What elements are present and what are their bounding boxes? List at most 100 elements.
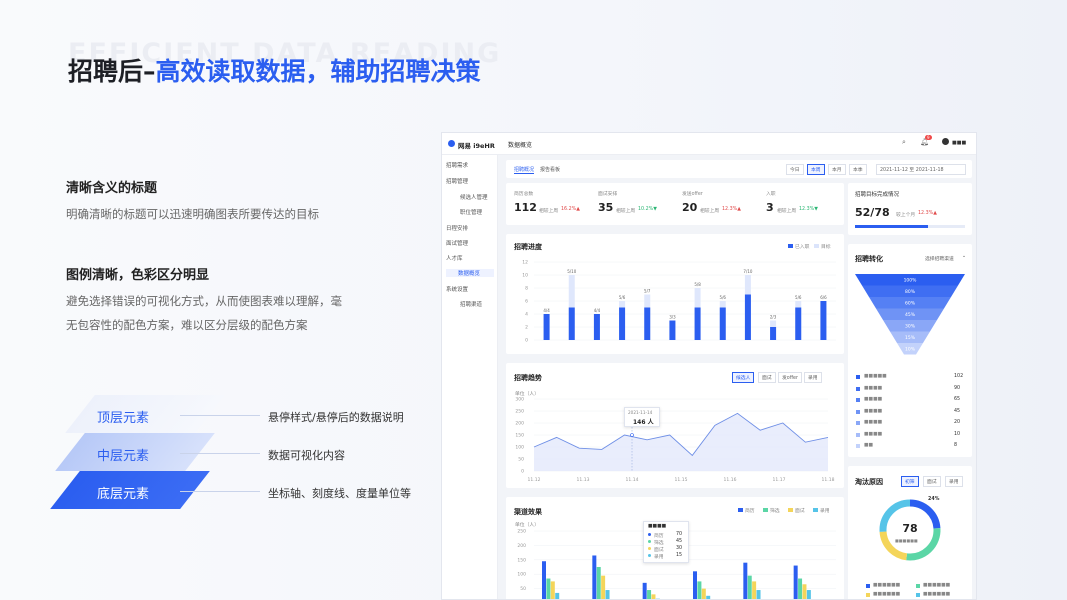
y-tick-label: 150 bbox=[515, 433, 524, 439]
eliminate-tab-hire[interactable]: 录用 bbox=[945, 476, 963, 487]
donut-segment bbox=[879, 531, 908, 561]
page-title: 招聘后–高效读取数据，辅助招聘决策 bbox=[68, 52, 481, 88]
y-tick-label: 300 bbox=[515, 397, 524, 403]
sidebar-item-demand[interactable]: 招聘需求 bbox=[446, 161, 468, 169]
connector-line bbox=[180, 453, 260, 454]
brand-name: 网易 i9eHR bbox=[458, 142, 495, 150]
y-tick-label: 0 bbox=[525, 338, 528, 344]
brand-logo-icon bbox=[448, 140, 455, 147]
channel-bar bbox=[642, 582, 647, 599]
channel-bar bbox=[793, 565, 798, 599]
y-tick-label: 10 bbox=[522, 273, 528, 279]
done-bar bbox=[719, 307, 726, 340]
channel-bar bbox=[601, 575, 606, 599]
x-tick-label: 11.18 bbox=[822, 477, 835, 483]
funnel-level-label: 15% bbox=[905, 335, 916, 341]
sidebar-item-interview[interactable]: 面试管理 bbox=[446, 239, 468, 247]
tooltip-row-label: 筛选 bbox=[654, 541, 664, 546]
sidebar-item-candidates[interactable]: 候选人管理 bbox=[460, 193, 488, 201]
funnel-list-value: 20 bbox=[954, 420, 961, 425]
y-tick-label: 12 bbox=[522, 260, 528, 266]
x-tick-label: 11.17 bbox=[773, 477, 786, 483]
tooltip-dot bbox=[648, 554, 651, 557]
donut-center-label: ■■■■■■ bbox=[895, 538, 918, 543]
search-icon[interactable]: ⌕ bbox=[902, 138, 906, 147]
range-quarter-button[interactable]: 本季 bbox=[849, 164, 867, 175]
y-tick-label: 100 bbox=[517, 572, 526, 578]
funnel-level-label: 100% bbox=[904, 278, 918, 284]
range-week-button[interactable]: 本周 bbox=[807, 164, 825, 175]
user-name[interactable]: ■■■ bbox=[952, 140, 966, 146]
target-title: 招聘目标完成情况 bbox=[855, 192, 900, 198]
stat-pct: 16.2%▲ bbox=[561, 207, 580, 212]
target-value: 52/78 bbox=[855, 206, 890, 219]
funnel-title: 招聘转化 bbox=[855, 255, 883, 263]
done-bar bbox=[644, 307, 651, 340]
x-tick-label: 11.13 bbox=[577, 477, 590, 483]
avatar[interactable] bbox=[942, 138, 949, 145]
recruit-trend-card: 招聘趋势 候选人 面试 发offer 录用 单位（人） 0 50 100 150 200… bbox=[506, 363, 844, 488]
y-tick-label: 150 bbox=[517, 557, 526, 563]
bar-data-label: 5/6 bbox=[795, 295, 802, 300]
funnel-channel-select[interactable]: 选择招聘渠道 bbox=[925, 255, 954, 262]
date-range-picker[interactable]: 2021-11-12 至 2021-11-18 bbox=[876, 164, 966, 175]
tab-overview[interactable]: 招聘概况 bbox=[514, 166, 535, 174]
section-body: 明确清晰的标题可以迅速明确图表所要传达的目标 bbox=[66, 207, 319, 221]
channel-bar bbox=[752, 581, 757, 599]
channel-bar bbox=[743, 562, 748, 599]
layer-middle-desc: 数据可视化内容 bbox=[268, 449, 345, 462]
bar-data-label: 5/6 bbox=[720, 295, 727, 300]
sidebar-item-data-overview[interactable]: 数据概览 bbox=[446, 269, 494, 277]
bar-data-label: 7/10 bbox=[743, 269, 752, 274]
funnel-list-swatch bbox=[856, 432, 860, 437]
donut-legend-label: ■■■■■■ bbox=[923, 583, 951, 588]
funnel-chart: 100% 80% 60% 45% 30% 15% 10% bbox=[855, 274, 965, 355]
layer-bottom-label: 底层元素 bbox=[96, 487, 149, 502]
funnel-list-value: 8 bbox=[954, 443, 958, 448]
tooltip-row-value: 45 bbox=[676, 539, 683, 544]
eliminate-tab-interview[interactable]: 面试 bbox=[923, 476, 941, 487]
tab-report[interactable]: 报告看板 bbox=[540, 166, 560, 173]
channel-bar bbox=[555, 592, 560, 599]
stat-label: 发送offer bbox=[682, 192, 703, 197]
sidebar-item-recruit-manage[interactable]: 招聘管理 bbox=[446, 177, 468, 185]
channel-bar bbox=[605, 590, 610, 599]
sidebar-item-settings[interactable]: 系统设置 bbox=[446, 285, 468, 293]
tooltip-date: 2021-11-14 bbox=[628, 410, 653, 415]
done-bar bbox=[744, 294, 751, 340]
donut-legend-swatch bbox=[916, 584, 920, 588]
eliminate-reason-card: 淘汰原因 初筛 面试 录用 78 ■■■■■■ 24% ■■■■■■ ■■■■■■… bbox=[848, 466, 972, 599]
donut-legend-swatch bbox=[866, 593, 870, 597]
channel-bar bbox=[546, 578, 551, 599]
funnel-list-value: 102 bbox=[954, 374, 964, 379]
y-tick-label: 50 bbox=[520, 586, 526, 592]
channel-bar bbox=[697, 581, 702, 599]
tooltip-row-label: 面试 bbox=[654, 548, 664, 553]
eliminate-tab-screen[interactable]: 初筛 bbox=[901, 476, 919, 487]
stat-pct: 12.3%▼ bbox=[799, 207, 818, 212]
layer-diagram: 顶层元素 中层元素 底层元素 bbox=[40, 395, 230, 520]
stat-pct: 10.2%▼ bbox=[638, 207, 657, 212]
y-tick-label: 200 bbox=[515, 421, 524, 427]
range-month-button[interactable]: 本月 bbox=[828, 164, 846, 175]
funnel-list-name: ■■■■ bbox=[864, 397, 883, 402]
channel-bar bbox=[596, 567, 601, 599]
done-bar bbox=[820, 301, 827, 340]
x-tick-label: 11.15 bbox=[675, 477, 688, 483]
target-compare: 较上个月 bbox=[896, 213, 916, 218]
funnel-level-label: 60% bbox=[905, 301, 916, 307]
sidebar-item-talent-pool[interactable]: 人才库 bbox=[446, 254, 463, 262]
sidebar-item-channels[interactable]: 招聘渠道 bbox=[460, 300, 482, 308]
y-tick-label: 8 bbox=[525, 286, 528, 292]
done-bar bbox=[669, 320, 676, 340]
channel-tooltip-title: ■■■■ bbox=[648, 524, 667, 529]
sidebar-item-schedule[interactable]: 日程安排 bbox=[446, 224, 468, 232]
range-today-button[interactable]: 今日 bbox=[786, 164, 804, 175]
target-progress-fill bbox=[855, 225, 929, 228]
chevron-down-icon[interactable]: ⌄ bbox=[962, 254, 966, 259]
tooltip-row-label: 录用 bbox=[654, 555, 664, 560]
funnel-list-swatch bbox=[856, 398, 860, 402]
sidebar-item-positions[interactable]: 职位管理 bbox=[460, 208, 482, 216]
connector-line bbox=[180, 415, 260, 416]
progress-bar-chart: 0 2 4 6 8 10 12 4/4 5/10 4/4 5/6 5/7 3/3 5/8 5/6 7/10 2/… bbox=[522, 260, 836, 344]
